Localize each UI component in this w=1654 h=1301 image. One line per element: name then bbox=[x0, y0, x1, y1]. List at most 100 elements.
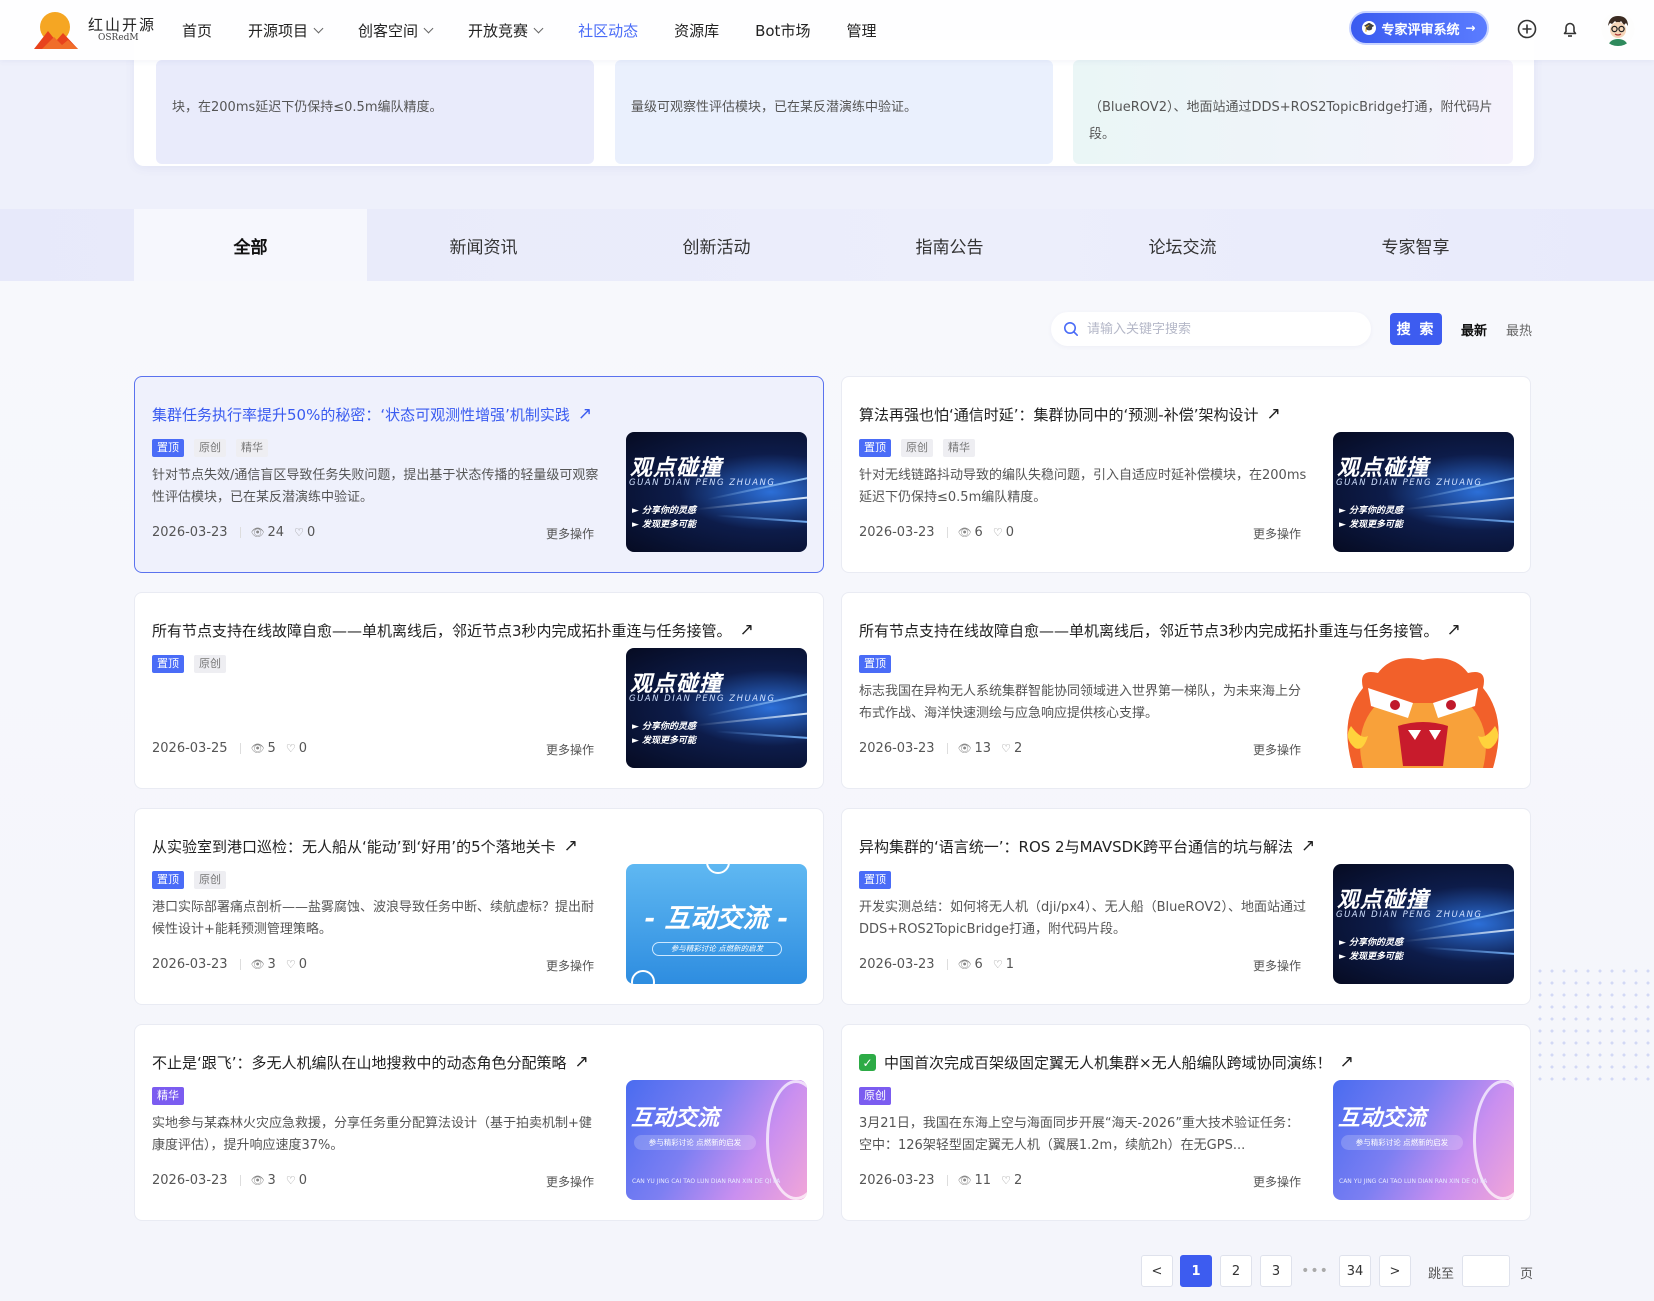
external-link-arrow-icon[interactable]: ↗ bbox=[1301, 838, 1315, 855]
page-button[interactable]: 34 bbox=[1339, 1255, 1371, 1287]
post-title-link[interactable]: 异构集群的‘语言统一’：ROS 2与MAVSDK跨平台通信的坑与解法 ↗ bbox=[859, 836, 1499, 857]
post-card[interactable]: 算法再强也怕‘通信时延’：集群协同中的‘预测-补偿’架构设计 ↗ 置顶 原创 精华 针对无… bbox=[841, 376, 1531, 573]
heart-icon[interactable]: ♡ bbox=[286, 958, 296, 971]
user-avatar[interactable] bbox=[1601, 12, 1635, 46]
heart-icon[interactable]: ♡ bbox=[286, 1174, 296, 1187]
more-actions-button[interactable]: 更多操作 bbox=[546, 1173, 594, 1190]
post-thumbnail: - 互动交流 - 参与精彩讨论 点燃新的启发 bbox=[626, 864, 807, 984]
post-title-link[interactable]: 算法再强也怕‘通信时延’：集群协同中的‘预测-补偿’架构设计 ↗ bbox=[859, 404, 1499, 425]
post-title-link[interactable]: 不止是‘跟飞’：多无人机编队在山地搜救中的动态角色分配策略 ↗ bbox=[152, 1052, 792, 1073]
featured-card[interactable]: 量级可观察性评估模块，已在某反潜演练中验证。 bbox=[615, 60, 1053, 164]
post-card[interactable]: 所有节点支持在线故障自愈——单机离线后，邻近节点3秒内完成拓扑重连与任务接管。 ↗… bbox=[134, 592, 824, 789]
post-meta: 2026-03-23 👁 13 ♡ 2 bbox=[859, 741, 1032, 756]
external-link-arrow-icon[interactable]: ↗ bbox=[1447, 622, 1461, 639]
nav-menu-item[interactable]: 资源库 bbox=[674, 20, 719, 41]
nav-menu-item[interactable]: 开源项目 bbox=[248, 20, 324, 41]
heart-icon[interactable]: ♡ bbox=[1001, 1174, 1011, 1187]
post-date: 2026-03-23 bbox=[859, 525, 935, 540]
nav-menu-item[interactable]: 社区动态 bbox=[578, 20, 638, 41]
search-button[interactable]: 搜 索 bbox=[1390, 313, 1442, 345]
plus-circle-icon[interactable] bbox=[1515, 17, 1539, 41]
pinned-tag: 置顶 bbox=[859, 439, 891, 457]
thumbnail-line: ► 发现更多可能 bbox=[1339, 520, 1404, 530]
featured-card[interactable]: 块，在200ms延迟下仍保持≤0.5m编队精度。 bbox=[156, 60, 594, 164]
chevron-down-icon bbox=[423, 23, 434, 33]
more-actions-button[interactable]: 更多操作 bbox=[546, 525, 594, 542]
post-title-link[interactable]: 集群任务执行率提升50%的秘密：‘状态可观测性增强’机制实践 ↗ bbox=[152, 404, 792, 425]
category-tab[interactable]: 创新活动 bbox=[600, 209, 833, 281]
like-count: 0 bbox=[298, 1173, 307, 1188]
eye-icon: 👁 bbox=[957, 1174, 972, 1187]
external-link-arrow-icon[interactable]: ↗ bbox=[564, 838, 578, 855]
thumbnail-pinyin: GUAN DIAN PENG ZHUANG bbox=[629, 478, 776, 488]
category-tab[interactable]: 专家智享 bbox=[1299, 209, 1532, 281]
jump-page-input[interactable] bbox=[1462, 1255, 1510, 1287]
post-title-link[interactable]: 所有节点支持在线故障自愈——单机离线后，邻近节点3秒内完成拓扑重连与任务接管。 ↗ bbox=[152, 620, 792, 641]
sort-hot[interactable]: 最热 bbox=[1506, 320, 1532, 339]
post-card[interactable]: 所有节点支持在线故障自愈——单机离线后，邻近节点3秒内完成拓扑重连与任务接管。 ↗… bbox=[841, 592, 1531, 789]
external-link-arrow-icon[interactable]: ↗ bbox=[578, 406, 592, 423]
eye-icon: 👁 bbox=[250, 526, 265, 539]
prev-page-button[interactable]: < bbox=[1141, 1255, 1173, 1287]
bell-icon[interactable] bbox=[1558, 17, 1582, 41]
expert-review-button[interactable]: 🎓 专家评审系统 → bbox=[1349, 11, 1489, 45]
external-link-arrow-icon[interactable]: ↗ bbox=[740, 622, 754, 639]
search-input[interactable] bbox=[1087, 321, 1347, 337]
next-page-button[interactable]: > bbox=[1379, 1255, 1411, 1287]
nav-menu-item[interactable]: 创客空间 bbox=[358, 20, 434, 41]
heart-icon[interactable]: ♡ bbox=[294, 526, 304, 539]
post-card[interactable]: ✓ 中国首次完成百架级固定翼无人机集群×无人船编队跨域协同演练！ ↗ 原创 3月21日，… bbox=[841, 1024, 1531, 1221]
external-link-arrow-icon[interactable]: ↗ bbox=[1340, 1054, 1354, 1071]
page-button[interactable]: 1 bbox=[1180, 1255, 1212, 1287]
post-title-link[interactable]: 所有节点支持在线故障自愈——单机离线后，邻近节点3秒内完成拓扑重连与任务接管。 ↗ bbox=[859, 620, 1499, 641]
post-card[interactable]: 集群任务执行率提升50%的秘密：‘状态可观测性增强’机制实践 ↗ 置顶 原创 精华 针对节… bbox=[134, 376, 824, 573]
nav-menu-item[interactable]: 首页 bbox=[182, 20, 212, 41]
more-actions-button[interactable]: 更多操作 bbox=[1253, 957, 1301, 974]
more-actions-button[interactable]: 更多操作 bbox=[1253, 525, 1301, 542]
check-mark-icon: ✓ bbox=[859, 1054, 876, 1071]
sort-latest[interactable]: 最新 bbox=[1461, 320, 1487, 339]
arrow-right-icon: → bbox=[1465, 21, 1476, 35]
nav-menu-item[interactable]: Bot市场 bbox=[755, 20, 810, 41]
more-actions-button[interactable]: 更多操作 bbox=[1253, 741, 1301, 758]
featured-card[interactable]: （BlueROV2）、地面站通过DDS+ROS2TopicBridge打通，附代… bbox=[1073, 60, 1513, 164]
post-title: 所有节点支持在线故障自愈——单机离线后，邻近节点3秒内完成拓扑重连与任务接管。 bbox=[152, 622, 732, 640]
more-actions-button[interactable]: 更多操作 bbox=[1253, 1173, 1301, 1190]
post-title-link[interactable]: 从实验室到港口巡检：无人船从‘能动’到‘好用’的5个落地关卡 ↗ bbox=[152, 836, 792, 857]
category-tab[interactable]: 全部 bbox=[134, 209, 367, 281]
nav-menu-label: Bot市场 bbox=[755, 21, 811, 40]
category-tab[interactable]: 新闻资讯 bbox=[367, 209, 600, 281]
site-logo[interactable]: 红山开源 OSRedM bbox=[32, 9, 162, 51]
eye-icon: 👁 bbox=[250, 742, 265, 755]
more-actions-button[interactable]: 更多操作 bbox=[546, 957, 594, 974]
category-tab[interactable]: 论坛交流 bbox=[1066, 209, 1299, 281]
category-tab[interactable]: 指南公告 bbox=[833, 209, 1066, 281]
post-date: 2026-03-23 bbox=[152, 957, 228, 972]
post-card[interactable]: 异构集群的‘语言统一’：ROS 2与MAVSDK跨平台通信的坑与解法 ↗ 置顶 开发实… bbox=[841, 808, 1531, 1005]
logo-text: 红山开源 bbox=[88, 16, 157, 34]
post-card[interactable]: 不止是‘跟飞’：多无人机编队在山地搜救中的动态角色分配策略 ↗ 精华 实地参与某森林火… bbox=[134, 1024, 824, 1221]
page-button[interactable]: 2 bbox=[1220, 1255, 1252, 1287]
external-link-arrow-icon[interactable]: ↗ bbox=[1267, 406, 1281, 423]
post-card[interactable]: 从实验室到港口巡检：无人船从‘能动’到‘好用’的5个落地关卡 ↗ 置顶 原创 港口实际部… bbox=[134, 808, 824, 1005]
jump-to-label: 跳至 bbox=[1428, 1267, 1455, 1282]
nav-menu-label: 创客空间 bbox=[358, 21, 419, 40]
chevron-down-icon bbox=[313, 23, 324, 33]
external-link-arrow-icon[interactable]: ↗ bbox=[575, 1054, 589, 1071]
post-date: 2026-03-25 bbox=[152, 741, 228, 756]
like-count: 0 bbox=[306, 525, 316, 540]
heart-icon[interactable]: ♡ bbox=[993, 958, 1003, 971]
more-actions-button[interactable]: 更多操作 bbox=[546, 741, 594, 758]
post-meta: 2026-03-23 👁 6 ♡ 0 bbox=[859, 525, 1024, 540]
nav-menu-label: 首页 bbox=[182, 21, 213, 40]
heart-icon[interactable]: ♡ bbox=[1001, 742, 1011, 755]
thumbnail-subtitle: 参与精彩讨论 点燃新的启发 bbox=[634, 1135, 756, 1150]
post-title-link[interactable]: ✓ 中国首次完成百架级固定翼无人机集群×无人船编队跨域协同演练！ ↗ bbox=[859, 1052, 1499, 1073]
thumbnail-pinyin: GUAN DIAN PENG ZHUANG bbox=[1336, 478, 1483, 488]
heart-icon[interactable]: ♡ bbox=[993, 526, 1003, 539]
nav-menu-item[interactable]: 开放竞赛 bbox=[468, 20, 544, 41]
heart-icon[interactable]: ♡ bbox=[286, 742, 296, 755]
page-button[interactable]: 3 bbox=[1260, 1255, 1292, 1287]
nav-menu-item[interactable]: 管理 bbox=[846, 20, 876, 41]
pinned-tag: 置顶 bbox=[152, 871, 184, 889]
